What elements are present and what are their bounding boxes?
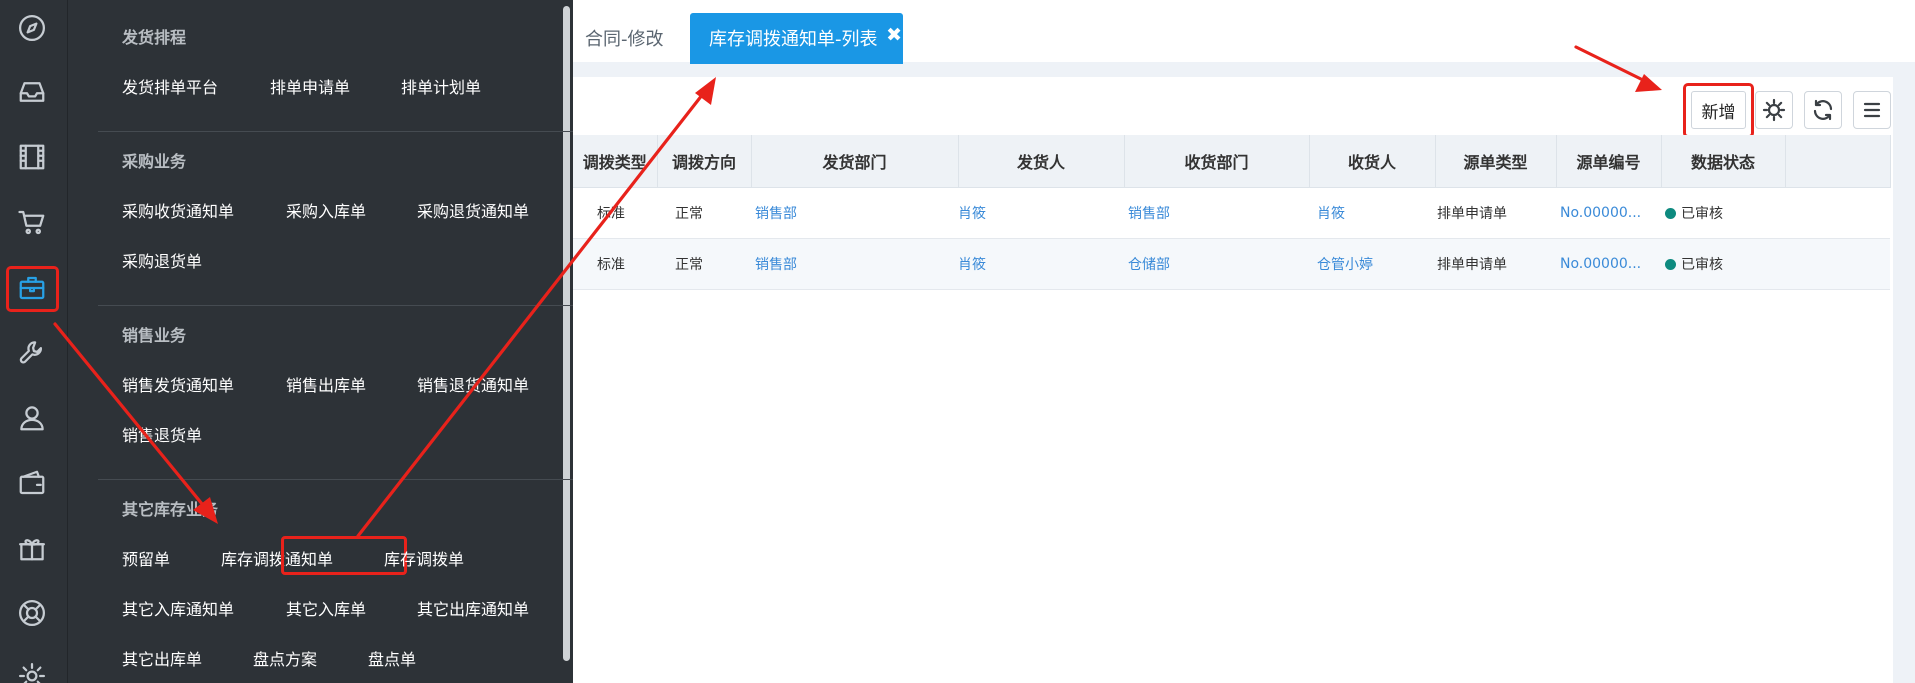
column-header[interactable]: 源单类型 [1435, 135, 1557, 188]
divider [98, 479, 576, 480]
menu-item-other-inbound[interactable]: 其它入库单 [286, 596, 366, 620]
inbox-icon[interactable] [14, 74, 50, 110]
menu-item-other-inbound-notice[interactable]: 其它入库通知单 [122, 596, 234, 620]
section-title-purchase: 采购业务 [122, 152, 187, 171]
cell-source-type: 排单申请单 [1435, 238, 1556, 290]
menu-item-shipping-platform[interactable]: 发货排单平台 [122, 74, 218, 98]
menu-item-other-outbound-notice[interactable]: 其它出库通知单 [417, 596, 529, 620]
menu-item-sales-return[interactable]: 销售退货单 [122, 422, 202, 446]
column-header[interactable]: 源单编号 [1556, 135, 1662, 188]
table-row[interactable]: 标准 正常 销售部 肖筱 销售部 肖筱 排单申请单 No.00000... 已审… [573, 187, 1890, 239]
section-title-other-inventory: 其它库存业务 [122, 500, 219, 519]
menu-item-other-outbound[interactable]: 其它出库单 [122, 646, 202, 670]
menu-item-stocktake-plan[interactable]: 盘点方案 [253, 646, 317, 670]
column-header[interactable]: 收货人 [1309, 135, 1436, 188]
column-header[interactable]: 调拨类型 [573, 135, 658, 188]
user-icon[interactable] [14, 400, 50, 436]
gift-icon[interactable] [14, 530, 50, 566]
settings-button[interactable] [1755, 91, 1793, 129]
gear-icon[interactable] [14, 658, 50, 683]
status-dot [1665, 207, 1676, 219]
compass-icon[interactable] [14, 10, 50, 46]
cart-icon[interactable] [14, 204, 50, 240]
cell-from-dept[interactable]: 销售部 [751, 187, 958, 239]
column-header[interactable]: 发货人 [958, 135, 1125, 188]
menu-item-purchase-inbound[interactable]: 采购入库单 [286, 198, 366, 222]
tab-label: 库存调拨通知单-列表 [709, 29, 878, 50]
cell-source-no[interactable]: No.00000... [1556, 187, 1661, 239]
cell-from-dept[interactable]: 销售部 [751, 238, 958, 290]
cell-blank [1785, 238, 1890, 290]
cell-to-dept[interactable]: 仓储部 [1124, 238, 1309, 290]
table-row[interactable]: 标准 正常 销售部 肖筱 仓储部 仓管小婷 排单申请单 No.00000... … [573, 238, 1890, 290]
column-header[interactable]: 数据状态 [1661, 135, 1786, 188]
wrench-icon[interactable] [14, 335, 50, 371]
cell-direction: 正常 [657, 238, 751, 290]
menu-item-purchase-return-notice[interactable]: 采购退货通知单 [417, 198, 529, 222]
main-content: 新增 调拨类型 调拨方向 发货部门 发货人 收货部门 收货人 源单类型 源单编号… [573, 77, 1893, 683]
tab-bar: 合同-修改 库存调拨通知单-列表 ✖ [573, 0, 1915, 64]
cell-transfer-type: 标准 [573, 187, 657, 239]
lifebuoy-icon[interactable] [14, 595, 50, 631]
column-header-blank [1785, 135, 1891, 188]
cell-shipper[interactable]: 肖筱 [958, 238, 1124, 290]
refresh-icon [1813, 99, 1833, 121]
menu-item-sales-delivery-notice[interactable]: 销售发货通知单 [122, 372, 234, 396]
menu-icon [1863, 102, 1881, 118]
refresh-button[interactable] [1804, 91, 1842, 129]
status-label: 已审核 [1681, 205, 1723, 222]
cell-to-dept[interactable]: 销售部 [1124, 187, 1309, 239]
section-title-sales: 销售业务 [122, 326, 187, 345]
menu-item-schedule-plan[interactable]: 排单计划单 [401, 74, 481, 98]
menu-item-sales-return-notice[interactable]: 销售退货通知单 [417, 372, 529, 396]
cell-status: 已审核 [1661, 238, 1785, 290]
tab-transfer-notice-list[interactable]: 库存调拨通知单-列表 ✖ [690, 13, 903, 64]
cell-shipper[interactable]: 肖筱 [958, 187, 1124, 239]
tab-contract-edit[interactable]: 合同-修改 [585, 25, 664, 51]
transfer-notice-table: 调拨类型 调拨方向 发货部门 发货人 收货部门 收货人 源单类型 源单编号 数据… [573, 135, 1891, 290]
close-icon[interactable]: ✖ [886, 24, 902, 46]
status-label: 已审核 [1681, 256, 1723, 273]
wallet-icon[interactable] [14, 465, 50, 501]
columns-menu-button[interactable] [1853, 91, 1891, 129]
column-header[interactable]: 发货部门 [751, 135, 959, 188]
cell-source-type: 排单申请单 [1435, 187, 1556, 239]
flyout-menu: 发货排程 发货排单平台 排单申请单 排单计划单 采购业务 采购收货通知单 采购入… [67, 0, 576, 683]
cell-source-no[interactable]: No.00000... [1556, 238, 1661, 290]
cell-receiver[interactable]: 仓管小婷 [1309, 238, 1435, 290]
flyout-scrollbar[interactable] [563, 6, 570, 661]
film-icon[interactable] [14, 139, 50, 175]
menu-item-reservation[interactable]: 预留单 [122, 546, 170, 570]
section-title-shipping: 发货排程 [122, 28, 187, 47]
add-button[interactable]: 新增 [1691, 91, 1746, 129]
table-header-row: 调拨类型 调拨方向 发货部门 发货人 收货部门 收货人 源单类型 源单编号 数据… [573, 135, 1891, 188]
menu-item-schedule-request[interactable]: 排单申请单 [270, 74, 350, 98]
menu-item-purchase-receipt-notice[interactable]: 采购收货通知单 [122, 198, 234, 222]
annotation-box-rail [6, 266, 59, 312]
divider [98, 305, 576, 306]
cell-status: 已审核 [1661, 187, 1785, 239]
icon-rail [0, 0, 67, 683]
menu-item-stocktake[interactable]: 盘点单 [368, 646, 416, 670]
menu-item-transfer-order[interactable]: 库存调拨单 [384, 546, 464, 570]
cell-transfer-type: 标准 [573, 238, 657, 290]
cell-blank [1785, 187, 1890, 239]
cell-direction: 正常 [657, 187, 751, 239]
menu-item-sales-outbound[interactable]: 销售出库单 [286, 372, 366, 396]
status-dot [1665, 258, 1676, 270]
cell-receiver[interactable]: 肖筱 [1309, 187, 1435, 239]
column-header[interactable]: 调拨方向 [657, 135, 752, 188]
column-header[interactable]: 收货部门 [1124, 135, 1310, 188]
divider [98, 131, 576, 132]
gear-icon [1762, 98, 1786, 122]
menu-item-purchase-return[interactable]: 采购退货单 [122, 248, 202, 272]
